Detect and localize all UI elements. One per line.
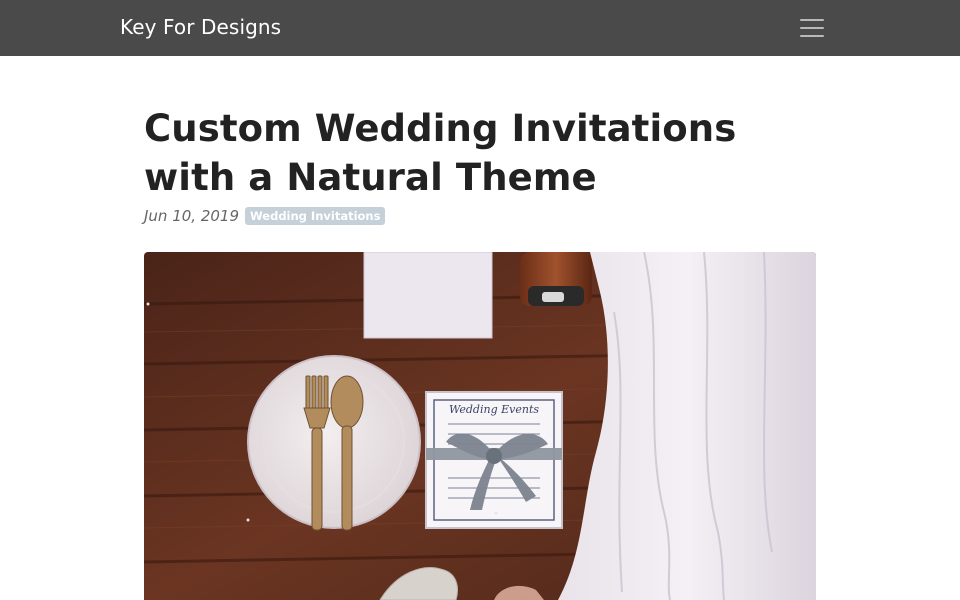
hamburger-menu-icon (800, 19, 824, 21)
brand-link[interactable]: Key For Designs (120, 15, 281, 39)
article-title: Custom Wedding Invitations with a Natura… (144, 107, 737, 199)
article-meta: Jun 10, 2019 Wedding Invitations (144, 206, 386, 226)
invitation-card-text: Wedding Events (449, 403, 539, 416)
menu-toggle-button[interactable] (790, 12, 834, 44)
hero-image: Wedding Events (144, 252, 816, 600)
post-date: Jun 10, 2019 (144, 207, 240, 225)
navbar: Key For Designs (0, 0, 960, 56)
category-badge[interactable]: Wedding Invitations (245, 207, 386, 225)
